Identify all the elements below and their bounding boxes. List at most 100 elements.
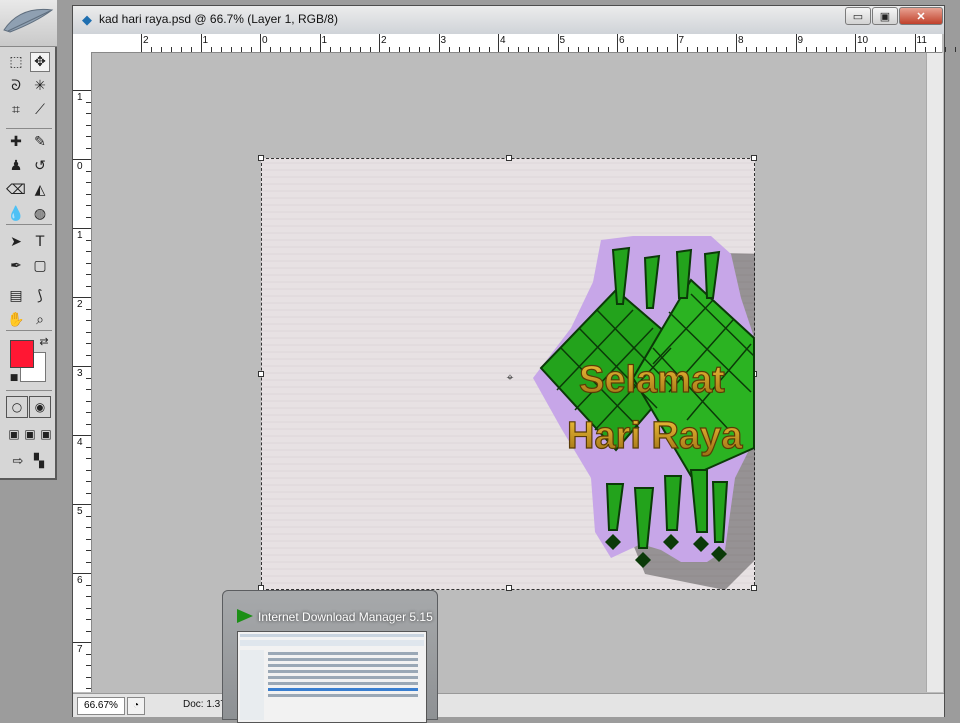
notes-tool-icon[interactable]: ▤ [6,286,26,306]
ruler-h-label: 4 [500,35,506,46]
ruler-tick [86,481,91,482]
move-tool-icon[interactable]: ✥ [30,52,50,72]
swap-colors-icon[interactable]: ⇄ [34,332,54,352]
ruler-tick [86,239,91,241]
ruler-tick [468,47,470,52]
brush-tool-icon[interactable]: ✎ [30,132,50,152]
quick-mask-icon[interactable]: ◉ [29,396,51,418]
ruler-tick [86,377,91,379]
ruler-tick [86,285,91,287]
imageready-icon[interactable]: ▚ [29,452,49,472]
document-title-bar[interactable]: ◆ kad hari raya.psd @ 66.7% (Layer 1, RG… [73,6,944,34]
ruler-tick [86,515,91,517]
ruler-tick [86,412,91,413]
shape-tool-icon[interactable]: ▢ [30,256,50,276]
ruler-tick [86,665,91,666]
blur-tool-icon[interactable]: 💧 [6,204,26,224]
ruler-tick [795,34,797,52]
ruler-v-label: 3 [77,368,83,379]
zoom-field[interactable]: 66.67% [77,697,125,715]
ruler-tick [86,630,91,632]
ruler-tick [587,47,589,52]
tools-panel: ⬚ ✥ ᘐ ✳ ⌗ ⟋ ✚ ✎ ♟ ↺ ⌫ ◭ 💧 ◍ ➤ T ✒ ▢ ▤ ⟆ ✋ ⌕ ⇄ ■ ○ ◉ ▣ ▣ ▣ ⇨ ▚ [0,0,57,480]
ruler-tick [86,607,91,609]
vertical-ruler[interactable]: 1 0 1 2 3 4 5 6 7 [73,52,92,701]
ruler-tick [766,47,767,52]
paint-bucket-tool-icon[interactable]: ◭ [30,180,50,200]
ruler-tick [319,34,321,52]
horizontal-ruler[interactable]: 2 1 0 1 2 3 4 5 6 7 8 9 10 11 [91,34,956,53]
stamp-tool-icon[interactable]: ♟ [6,156,26,176]
ruler-tick [895,47,896,52]
dodge-tool-icon[interactable]: ◍ [30,204,50,224]
ruler-tick [200,34,202,52]
ruler-tick [86,653,91,655]
ruler-tick [86,182,91,183]
ruler-tick [210,47,212,52]
standard-mode-icon[interactable]: ○ [6,396,28,418]
eyedropper-tool-icon[interactable]: ⟆ [30,286,50,306]
thumbnail-row [268,652,418,655]
thumbnail-sidebar [240,650,264,720]
ruler-tick [359,47,361,52]
ruler-tick [191,47,192,52]
taskbar-preview-thumbnail[interactable] [237,631,427,723]
minimize-button[interactable]: ▭ [845,7,871,25]
pen-tool-icon[interactable]: ✒ [6,256,26,276]
hand-tool-icon[interactable]: ✋ [6,310,26,330]
eraser-tool-icon[interactable]: ⌫ [6,180,26,200]
ruler-tick [379,34,380,52]
ruler-tick [389,47,390,52]
ruler-tick [647,47,648,52]
vertical-scrollbar[interactable] [926,53,943,692]
ruler-tick [86,193,91,195]
marquee-tool-icon[interactable]: ⬚ [6,52,26,72]
foreground-color-swatch[interactable] [10,340,34,368]
crop-tool-icon[interactable]: ⌗ [6,100,26,120]
maximize-button[interactable]: ▣ [872,7,898,25]
default-colors-icon[interactable]: ■ [4,368,24,388]
ketupat-artwork: Selamat Hari Raya [533,236,755,590]
image-canvas[interactable]: ⌖ Selamat Hari Raya [258,155,757,591]
ruler-h-label: 2 [143,35,149,46]
ruler-tick [161,47,162,52]
ruler-tick [86,136,91,137]
ruler-tick [73,573,91,574]
ruler-tick [369,47,371,52]
type-tool-icon[interactable]: T [30,232,50,252]
document-window: ◆ kad hari raya.psd @ 66.7% (Layer 1, RG… [72,5,956,717]
ruler-tick [567,47,569,52]
screen-mode-full-icon[interactable]: ▣ [36,424,56,444]
taskbar-preview-idm[interactable]: Internet Download Manager 5.15 [222,590,438,723]
history-brush-tool-icon[interactable]: ↺ [30,156,50,176]
ruler-tick [637,47,638,52]
ruler-tick [86,389,91,390]
ruler-tick [86,170,91,172]
zoom-tool-icon[interactable]: ⌕ [30,310,50,330]
ruler-tick [786,47,787,52]
magic-wand-tool-icon[interactable]: ✳ [30,76,50,96]
status-menu-icon[interactable]: ◔ [127,697,145,715]
ruler-tick [419,47,420,52]
ruler-tick [409,47,410,52]
slice-tool-icon[interactable]: ⟋ [30,100,50,120]
ruler-tick [86,308,91,310]
close-button[interactable]: ✕ [899,7,943,25]
ruler-tick [805,47,807,52]
ruler-tick [934,47,936,52]
ruler-tick [73,228,91,229]
lasso-tool-icon[interactable]: ᘐ [6,76,26,96]
ruler-tick [548,47,549,52]
healing-brush-tool-icon[interactable]: ✚ [6,132,26,152]
ruler-tick [458,47,460,52]
ruler-h-label: 5 [559,35,566,46]
ruler-tick [86,469,91,471]
ruler-tick [399,47,400,52]
path-selection-tool-icon[interactable]: ➤ [6,232,26,252]
idm-arrow-icon [237,609,253,623]
jump-to-imageready-icon[interactable]: ⇨ [8,452,28,472]
ruler-tick [86,331,91,333]
ruler-h-label: 7 [678,35,685,46]
ruler-origin[interactable] [73,34,92,53]
ruler-tick [686,47,688,52]
